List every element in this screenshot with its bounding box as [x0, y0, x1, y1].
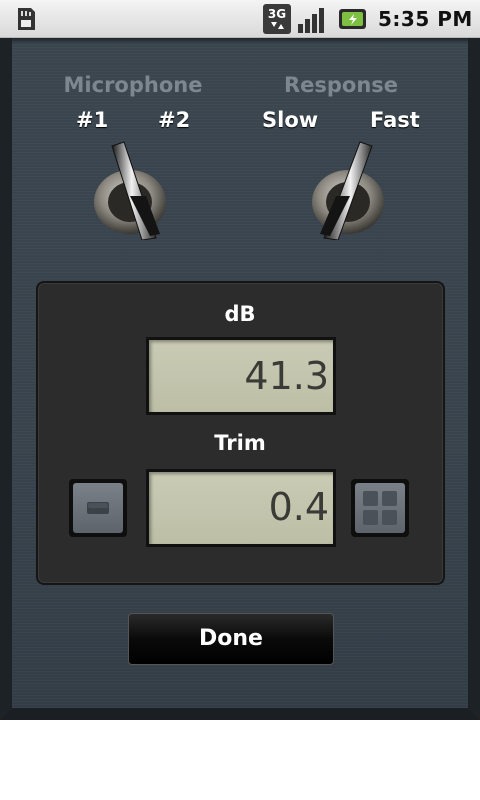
sd-card-icon [18, 8, 35, 30]
status-time: 5:35 PM [378, 7, 473, 31]
plus-icon [363, 491, 397, 525]
microphone-toggle-switch[interactable] [86, 140, 182, 240]
microphone-option-2[interactable]: #2 [158, 108, 190, 132]
trim-increase-button[interactable] [351, 479, 409, 537]
db-label: dB [224, 302, 256, 326]
done-button[interactable]: Done [128, 613, 334, 665]
network-type-label: 3G [268, 7, 286, 21]
battery-charging-icon [339, 9, 366, 29]
db-value-display: 41.3 [146, 337, 336, 415]
minus-icon [87, 502, 109, 514]
trim-decrease-button[interactable] [69, 479, 127, 537]
microphone-option-1[interactable]: #1 [76, 108, 108, 132]
status-bar: 3G 5:35 PM [0, 0, 480, 38]
trim-label: Trim [214, 431, 266, 455]
response-option-fast[interactable]: Fast [370, 108, 420, 132]
response-option-slow[interactable]: Slow [262, 108, 318, 132]
signal-strength-icon [298, 8, 324, 33]
response-title: Response [283, 73, 399, 97]
3g-data-icon: 3G [263, 4, 291, 34]
trim-value-display: 0.4 [146, 469, 336, 547]
response-toggle-switch[interactable] [298, 140, 394, 240]
microphone-title: Microphone [63, 73, 203, 97]
